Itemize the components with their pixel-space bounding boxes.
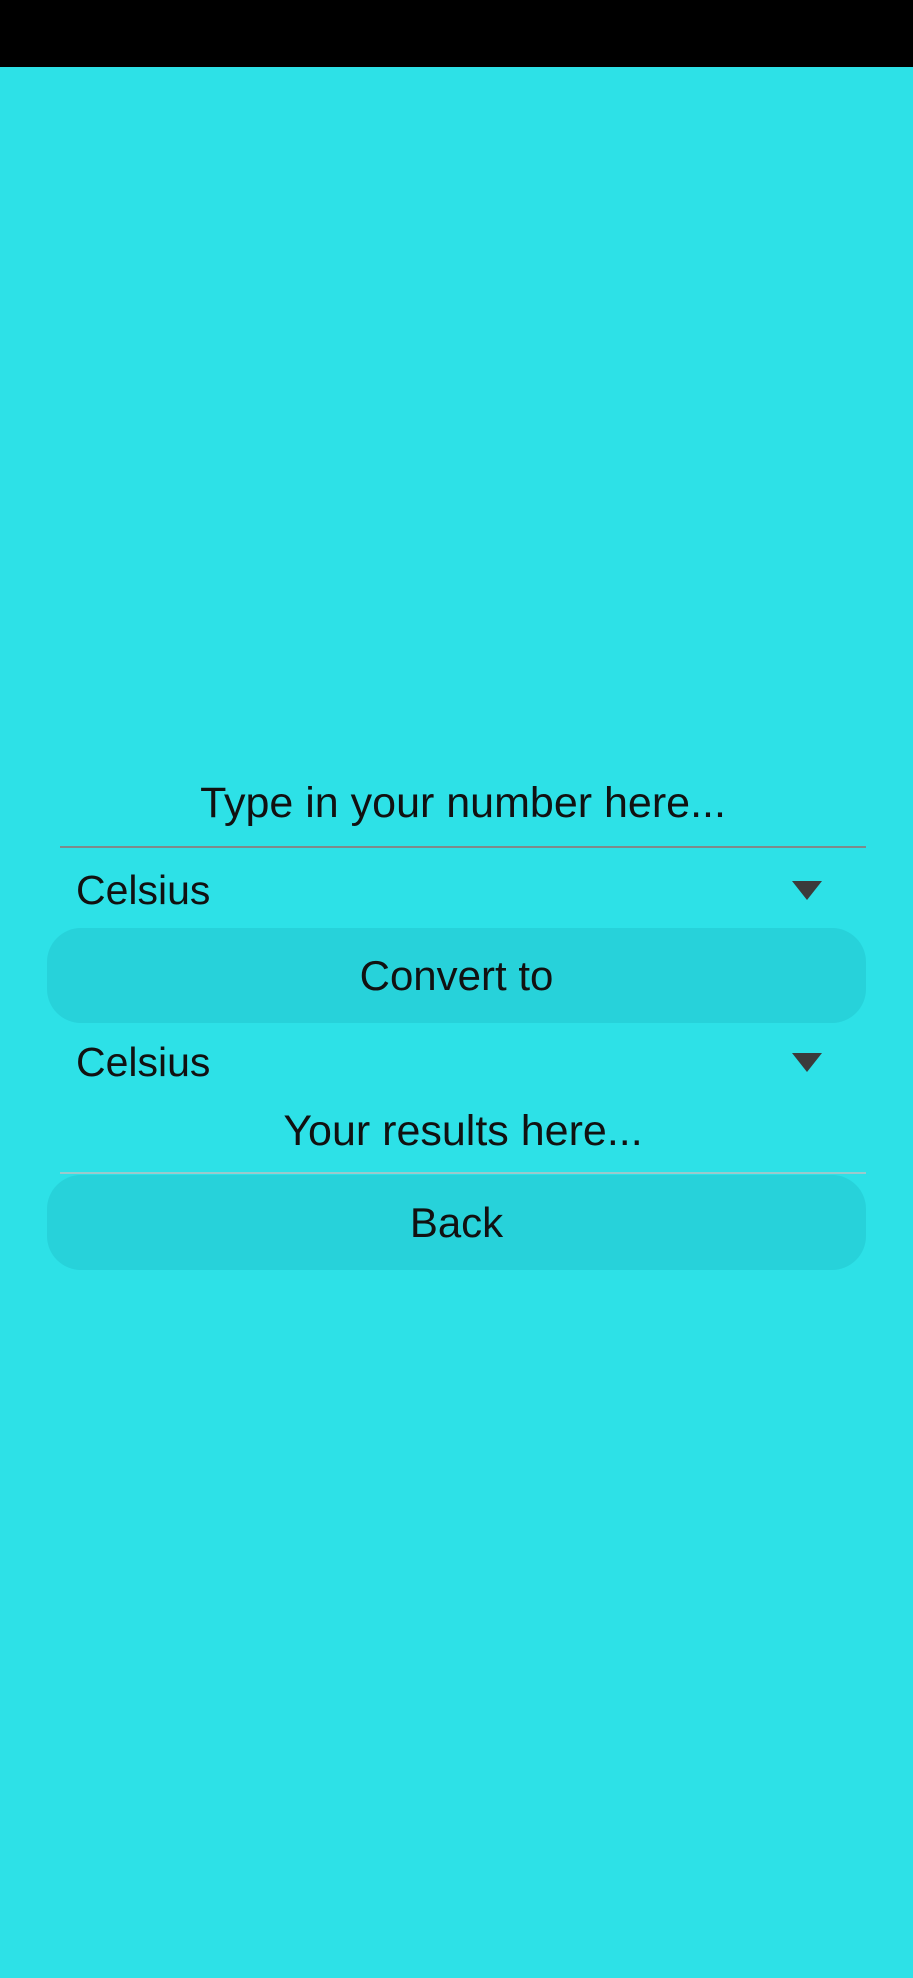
to-unit-value: Celsius [76, 1038, 211, 1085]
convert-button[interactable]: Convert to [47, 928, 866, 1023]
back-button[interactable]: Back [47, 1175, 866, 1270]
result-text: Your results here... [60, 1098, 866, 1174]
status-bar [0, 0, 913, 67]
dropdown-triangle-icon [792, 880, 822, 900]
from-unit-dropdown[interactable]: Celsius [60, 855, 866, 925]
number-input[interactable] [60, 770, 866, 848]
from-unit-value: Celsius [76, 866, 211, 913]
dropdown-triangle-icon [792, 1052, 822, 1072]
to-unit-dropdown[interactable]: Celsius [60, 1027, 866, 1097]
